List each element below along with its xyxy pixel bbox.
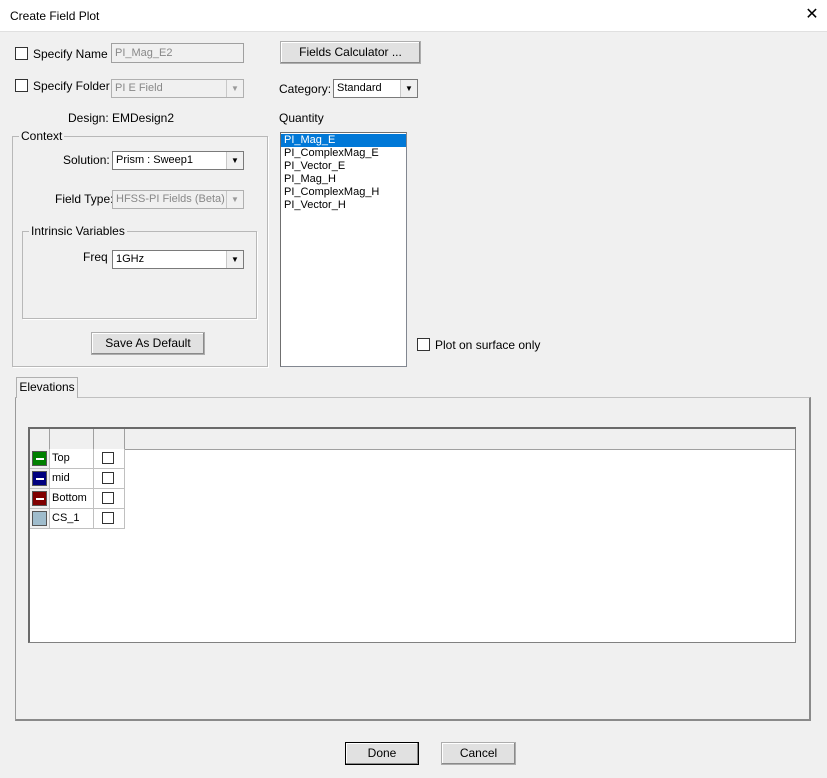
category-select-value: Standard (337, 82, 382, 94)
design-value: EMDesign2 (112, 111, 175, 125)
elevation-checkbox[interactable] (102, 512, 114, 524)
window-title: Create Field Plot (10, 9, 100, 23)
color-cell[interactable] (30, 449, 50, 469)
chevron-down-icon: ▼ (226, 152, 243, 169)
quantity-list[interactable]: PI_Mag_E PI_ComplexMag_E PI_Vector_E PI_Mag… (280, 132, 407, 367)
elevation-checkbox[interactable] (102, 452, 114, 464)
quantity-list-item[interactable]: PI_ComplexMag_E (281, 147, 406, 160)
solution-select[interactable]: Prism : Sweep1 ▼ (112, 151, 244, 170)
color-swatch-icon[interactable] (32, 451, 47, 466)
table-row: mid (30, 469, 125, 489)
elevations-grid: Top mid Bottom CS_1 (28, 427, 796, 643)
table-row: CS_1 (30, 509, 125, 529)
elevation-name: Top (50, 449, 94, 469)
grid-header-corner (30, 429, 50, 449)
context-caption: Context (19, 129, 65, 143)
category-label: Category: (279, 82, 332, 96)
elevation-check-cell (94, 489, 125, 509)
dash-icon (36, 498, 44, 500)
category-select[interactable]: Standard ▼ (333, 79, 418, 98)
color-swatch-icon[interactable] (32, 471, 47, 486)
specify-name-checkbox[interactable] (15, 47, 28, 60)
table-row: Top (30, 449, 125, 469)
chevron-down-icon: ▼ (400, 80, 417, 97)
cancel-button[interactable]: Cancel (441, 742, 516, 765)
design-label: Design: (68, 111, 109, 125)
solution-label: Solution: (63, 153, 110, 167)
folder-select-value: PI E Field (115, 82, 163, 94)
elevation-name: Bottom (50, 489, 94, 509)
quantity-list-item[interactable]: PI_ComplexMag_H (281, 186, 406, 199)
freq-label: Freq (83, 250, 108, 264)
color-cell[interactable] (30, 489, 50, 509)
title-bar: Create Field Plot ✕ (0, 0, 827, 32)
elevation-checkbox[interactable] (102, 472, 114, 484)
elevation-check-cell (94, 469, 125, 489)
quantity-label: Quantity (279, 111, 324, 125)
field-type-select[interactable]: HFSS-PI Fields (Beta) ▼ (112, 190, 244, 209)
fields-calculator-button[interactable]: Fields Calculator ... (280, 41, 421, 64)
grid-header-name (50, 429, 94, 449)
plot-surface-label: Plot on surface only (435, 338, 541, 352)
folder-select[interactable]: PI E Field ▼ (111, 79, 244, 98)
quantity-list-item[interactable]: PI_Mag_E (281, 134, 406, 147)
freq-select-value: 1GHz (116, 253, 145, 265)
table-row: Bottom (30, 489, 125, 509)
quantity-list-item[interactable]: PI_Vector_H (281, 199, 406, 212)
grid-header-check (94, 429, 125, 449)
quantity-list-item[interactable]: PI_Vector_E (281, 160, 406, 173)
specify-folder-label: Specify Folder (33, 79, 110, 93)
color-swatch-icon[interactable] (32, 491, 47, 506)
grid-header (30, 429, 795, 450)
chevron-down-icon: ▼ (226, 80, 243, 97)
dash-icon (36, 458, 44, 460)
specify-name-label: Specify Name (33, 47, 108, 61)
intrinsic-variables-caption: Intrinsic Variables (29, 224, 127, 238)
color-swatch-icon[interactable] (32, 511, 47, 526)
dash-icon (36, 478, 44, 480)
freq-select[interactable]: 1GHz ▼ (112, 250, 244, 269)
specify-folder-checkbox[interactable] (15, 79, 28, 92)
name-field[interactable]: PI_Mag_E2 (111, 43, 244, 63)
intrinsic-variables-group (22, 231, 257, 319)
elevation-check-cell (94, 449, 125, 469)
chevron-down-icon: ▼ (226, 251, 243, 268)
plot-surface-checkbox[interactable] (417, 338, 430, 351)
done-button[interactable]: Done (345, 742, 419, 765)
close-icon[interactable]: ✕ (797, 0, 827, 31)
field-type-select-value: HFSS-PI Fields (Beta) (116, 193, 225, 205)
color-cell[interactable] (30, 469, 50, 489)
color-cell[interactable] (30, 509, 50, 529)
elevation-checkbox[interactable] (102, 492, 114, 504)
elevation-name: mid (50, 469, 94, 489)
field-type-label: Field Type: (55, 192, 114, 206)
solution-select-value: Prism : Sweep1 (116, 154, 194, 166)
tab-elevations[interactable]: Elevations (16, 377, 78, 398)
elevation-check-cell (94, 509, 125, 529)
elevation-name: CS_1 (50, 509, 94, 529)
chevron-down-icon: ▼ (226, 191, 243, 208)
save-as-default-button[interactable]: Save As Default (91, 332, 205, 355)
quantity-list-item[interactable]: PI_Mag_H (281, 173, 406, 186)
